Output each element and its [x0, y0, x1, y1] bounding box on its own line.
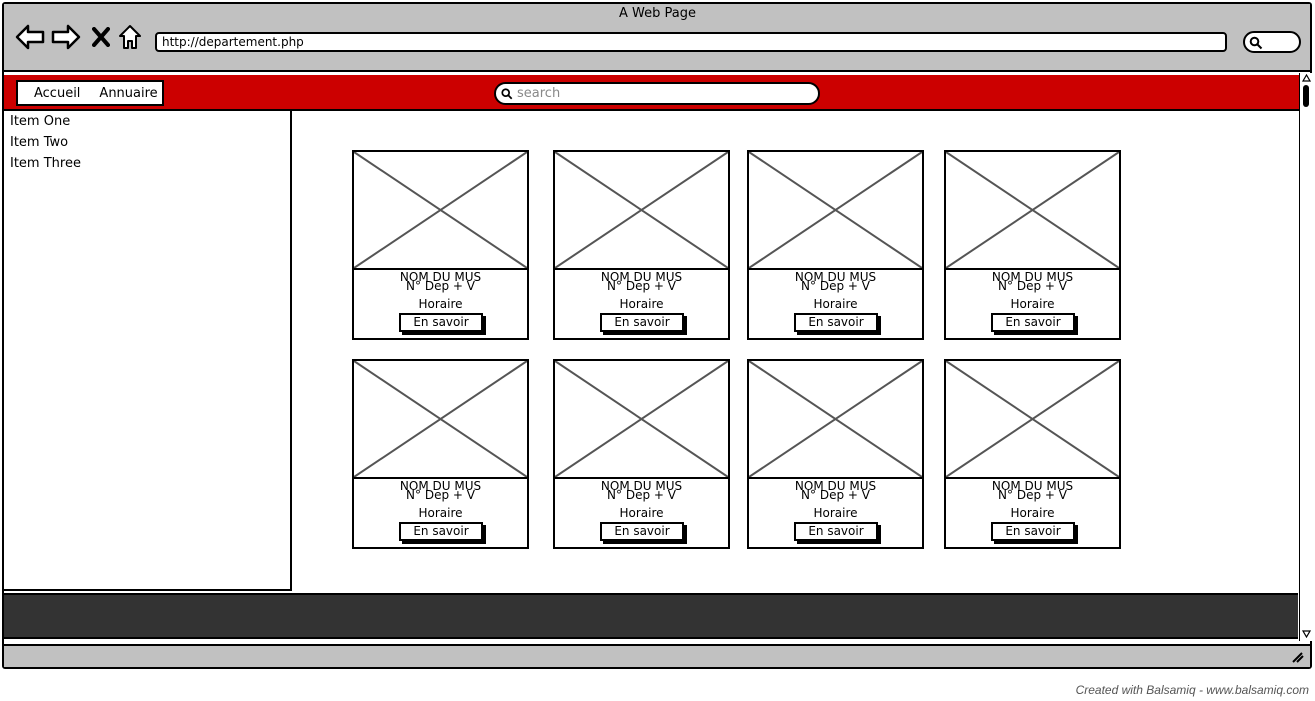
sidebar-item-three[interactable]: Item Three [10, 156, 81, 171]
museum-card: NOM DU MUS N° Dep + V Horaire En savoir [553, 359, 730, 549]
resize-grip-icon[interactable] [1290, 651, 1304, 663]
home-icon[interactable] [117, 22, 143, 52]
nav-link-annuaire[interactable]: Annuaire [80, 86, 157, 101]
search-placeholder: search [517, 86, 561, 101]
sidebar-item-one[interactable]: Item One [10, 114, 70, 129]
browser-search-field[interactable] [1243, 31, 1301, 53]
museum-card: NOM DU MUS N° Dep + V Horaire En savoir [747, 150, 924, 340]
browser-statusbar [4, 644, 1310, 667]
opening-hours: Horaire [619, 506, 664, 520]
museum-card: NOM DU MUS N° Dep + V Horaire En savoir [352, 359, 529, 549]
sidebar-item-two[interactable]: Item Two [10, 135, 68, 150]
department-number: N° Dep + V [406, 488, 475, 502]
opening-hours: Horaire [813, 506, 858, 520]
url-bar[interactable]: http://departement.php [155, 32, 1227, 52]
en-savoir-button[interactable]: En savoir [600, 313, 684, 332]
image-placeholder [354, 361, 527, 479]
search-icon [1249, 36, 1263, 50]
opening-hours: Horaire [813, 297, 858, 311]
en-savoir-button[interactable]: En savoir [794, 313, 878, 332]
nav-link-accueil[interactable]: Accueil [18, 86, 80, 101]
en-savoir-button[interactable]: En savoir [600, 522, 684, 541]
department-number: N° Dep + V [406, 279, 475, 293]
opening-hours: Horaire [1010, 297, 1055, 311]
department-number: N° Dep + V [607, 488, 676, 502]
opening-hours: Horaire [418, 506, 463, 520]
image-placeholder [555, 361, 728, 479]
museum-card: NOM DU MUS N° Dep + V Horaire En savoir [352, 150, 529, 340]
museum-card: NOM DU MUS N° Dep + V Horaire En savoir [944, 359, 1121, 549]
sidebar-menu: Item One Item Two Item Three [2, 109, 292, 591]
department-number: N° Dep + V [801, 279, 870, 293]
department-number: N° Dep + V [801, 488, 870, 502]
vertical-scrollbar[interactable] [1299, 73, 1312, 641]
stop-icon[interactable] [90, 22, 112, 52]
department-number: N° Dep + V [607, 279, 676, 293]
en-savoir-button[interactable]: En savoir [399, 313, 483, 332]
search-icon [501, 87, 513, 99]
opening-hours: Horaire [619, 297, 664, 311]
museum-card: NOM DU MUS N° Dep + V Horaire En savoir [944, 150, 1121, 340]
en-savoir-button[interactable]: En savoir [794, 522, 878, 541]
image-placeholder [946, 361, 1119, 479]
opening-hours: Horaire [418, 297, 463, 311]
en-savoir-button[interactable]: En savoir [991, 313, 1075, 332]
image-placeholder [749, 152, 922, 270]
department-number: N° Dep + V [998, 488, 1067, 502]
department-number: N° Dep + V [998, 279, 1067, 293]
opening-hours: Horaire [1010, 506, 1055, 520]
url-text: http://departement.php [162, 35, 304, 49]
en-savoir-button[interactable]: En savoir [399, 522, 483, 541]
scroll-down-icon[interactable] [1302, 630, 1311, 638]
image-placeholder [555, 152, 728, 270]
image-placeholder [946, 152, 1119, 270]
forward-arrow-icon[interactable] [50, 22, 82, 52]
search-input[interactable]: search [494, 82, 820, 105]
image-placeholder [749, 361, 922, 479]
scroll-thumb[interactable] [1303, 85, 1309, 107]
image-placeholder [354, 152, 527, 270]
main-nav: Accueil Annuaire [16, 80, 164, 106]
en-savoir-button[interactable]: En savoir [991, 522, 1075, 541]
museum-card: NOM DU MUS N° Dep + V Horaire En savoir [553, 150, 730, 340]
site-footer [4, 593, 1298, 639]
museum-card: NOM DU MUS N° Dep + V Horaire En savoir [747, 359, 924, 549]
back-arrow-icon[interactable] [14, 22, 46, 52]
window-title: A Web Page [619, 6, 696, 21]
scroll-up-icon[interactable] [1302, 74, 1311, 82]
balsamiq-credit: Created with Balsamiq - www.balsamiq.com [1075, 683, 1309, 697]
